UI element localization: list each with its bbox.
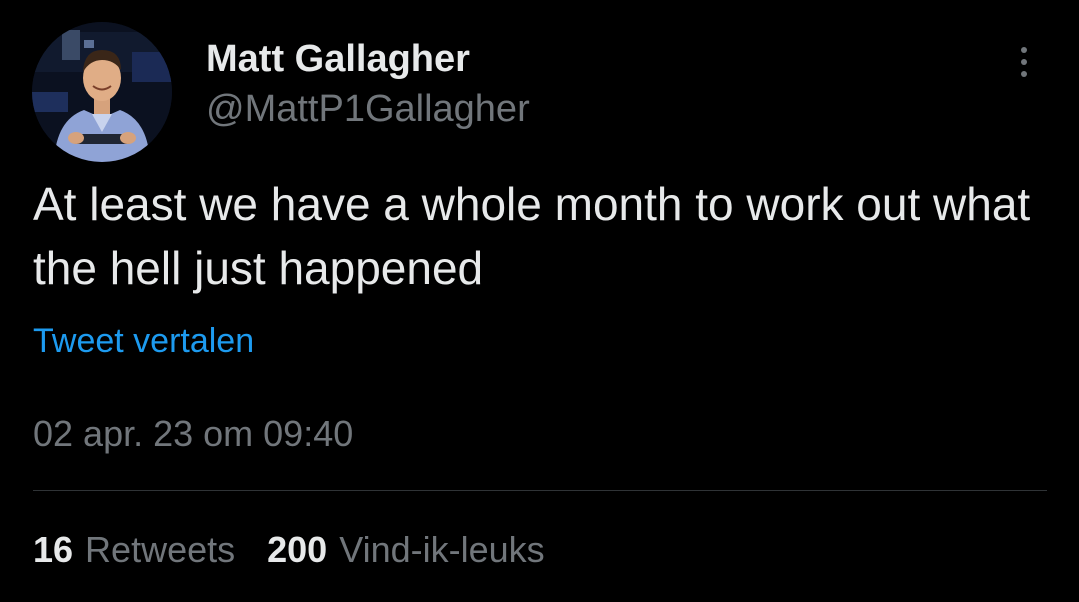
tweet: Matt Gallagher @MattP1Gallagher At least… — [0, 0, 1079, 602]
likes-label: Vind-ik-leuks — [339, 529, 545, 570]
tweet-timestamp[interactable]: 02 apr. 23 om 09:40 — [33, 413, 353, 455]
tweet-stats: 16 Retweets 200 Vind-ik-leuks — [33, 529, 577, 571]
likes-count: 200 — [267, 529, 328, 570]
translate-tweet-link[interactable]: Tweet vertalen — [33, 322, 254, 361]
tweet-text: At least we have a whole month to work o… — [33, 178, 1031, 294]
more-vertical-icon — [1021, 71, 1027, 77]
divider — [33, 490, 1047, 491]
more-options-button[interactable] — [1004, 40, 1044, 84]
retweets-label: Retweets — [85, 529, 236, 570]
avatar-image — [32, 22, 172, 162]
retweets-stat[interactable]: 16 Retweets — [33, 529, 235, 571]
more-vertical-icon — [1021, 59, 1027, 65]
avatar[interactable] — [32, 22, 172, 162]
author-handle[interactable]: @MattP1Gallagher — [206, 88, 530, 131]
retweets-count: 16 — [33, 529, 74, 570]
likes-stat[interactable]: 200 Vind-ik-leuks — [267, 529, 545, 571]
author-display-name[interactable]: Matt Gallagher — [206, 38, 470, 81]
more-vertical-icon — [1021, 47, 1027, 53]
